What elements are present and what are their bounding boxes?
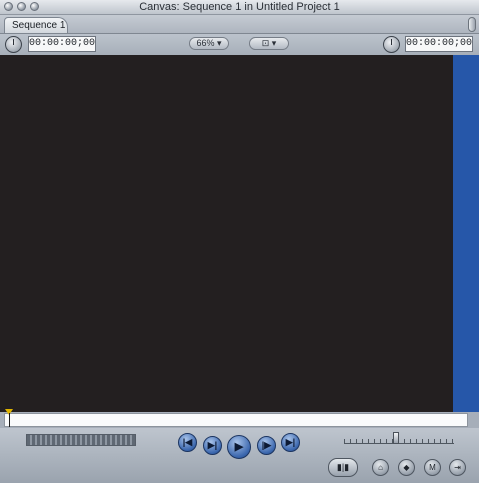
play-in-to-out-button[interactable]: ▶| [203,436,222,455]
mark-clip-button[interactable]: ⌂ [372,459,389,476]
tab-sequence-1[interactable]: Sequence 1 [4,17,68,33]
play-in-to-out-icon: ▶| [207,440,218,450]
title-bar: Canvas: Sequence 1 in Untitled Project 1 [0,0,479,15]
export-icon: ⇥ [454,463,461,472]
add-keyframe-button[interactable]: ◆ [398,459,415,476]
play-around-current-icon: |▶ [261,440,272,450]
match-frame-button[interactable]: ▮|▮ [328,458,358,477]
go-to-next-edit-button[interactable]: ▶| [281,433,300,452]
video-canvas[interactable] [0,55,453,412]
zoom-value: 66% [196,38,215,48]
shuttle-control[interactable] [26,434,136,446]
match-frame-icon: ▮|▮ [336,462,350,472]
timecode-duration-field[interactable]: 00:00:00;00 [28,36,96,52]
go-to-previous-edit-button[interactable]: |◀ [178,433,197,452]
view-popup[interactable]: ⊡ ▾ [249,37,289,50]
current-timecode-clock-icon [383,36,400,53]
duration-clock-icon [5,36,22,53]
transport-controls: |◀ ▶| ▶ |▶ ▶| ▮|▮ ⌂ ◆ M ⇥ [0,428,479,483]
zoom-popup[interactable]: 66% ▾ [189,37,229,50]
playhead-line [9,413,10,427]
go-to-next-edit-icon: ▶| [285,437,296,447]
jog-knob[interactable] [393,432,399,444]
chevron-down-icon: ▾ [214,38,222,48]
play-icon: ▶ [234,441,244,453]
play-button[interactable]: ▶ [227,435,251,459]
canvas-controls-row: 00:00:00;00 66% ▾ ⊡ ▾ 00:00:00;00 [0,34,479,55]
add-marker-icon: M [429,463,436,472]
jog-control[interactable] [344,435,454,444]
window-title: Canvas: Sequence 1 in Untitled Project 1 [139,1,340,13]
add-marker-button[interactable]: M [424,459,441,476]
mark-clip-icon: ⌂ [378,463,383,472]
scrubber-bar[interactable] [4,413,468,427]
timecode-current-field[interactable]: 00:00:00;00 [405,36,473,52]
play-around-current-button[interactable]: |▶ [257,436,276,455]
go-to-previous-edit-icon: |◀ [182,437,193,447]
chevron-down-icon: ▾ [269,38,277,48]
tab-strip-end-cap[interactable] [468,17,476,32]
canvas-scroll-area[interactable] [453,55,479,412]
add-keyframe-icon: ◆ [403,463,410,472]
canvas-window: Canvas: Sequence 1 in Untitled Project 1… [0,0,479,483]
export-button[interactable]: ⇥ [449,459,466,476]
tab-strip: Sequence 1 [0,15,479,34]
